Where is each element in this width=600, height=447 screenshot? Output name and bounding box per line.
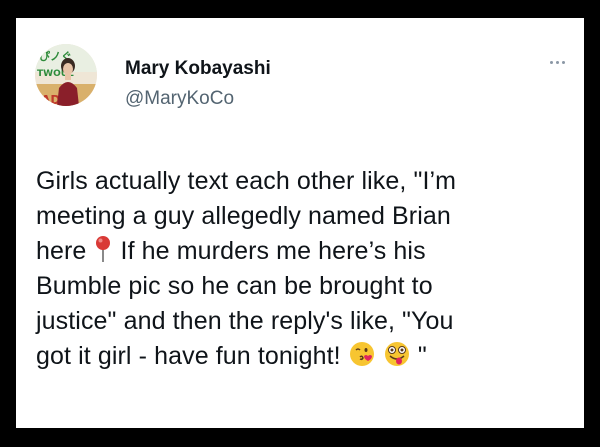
round-pushpin-icon [93, 235, 113, 263]
tweet-card[interactable]: ぴノぐ TWOUL ıAD Mary Kobayashi @MaryKoCo G… [16, 18, 584, 428]
tweet-text-line: justice" and then the reply's like, "You [36, 307, 454, 335]
tweet-text-line: got it girl - have fun tonight! " [36, 340, 427, 370]
tweet-text: Girls actually text each other like, "I’… [36, 164, 574, 374]
tweet-text-line: here If he murders me here’s his [36, 235, 426, 265]
author-name[interactable]: Mary Kobayashi [125, 58, 271, 80]
face-blowing-kiss-icon [348, 340, 376, 368]
more-options-icon[interactable] [544, 52, 570, 72]
svg-text:ıAD: ıAD [37, 93, 60, 106]
winking-face-with-tongue-icon [383, 340, 411, 368]
tweet-text-line: Bumble pic so he can be brought to [36, 272, 433, 300]
tweet-text-line: Girls actually text each other like, "I’… [36, 167, 457, 195]
avatar-image: ぴノぐ TWOUL ıAD [35, 44, 97, 106]
avatar[interactable]: ぴノぐ TWOUL ıAD [35, 44, 97, 106]
tweet-text-line: meeting a guy allegedly named Brian [36, 202, 451, 230]
author-handle[interactable]: @MaryKoCo [125, 88, 234, 110]
